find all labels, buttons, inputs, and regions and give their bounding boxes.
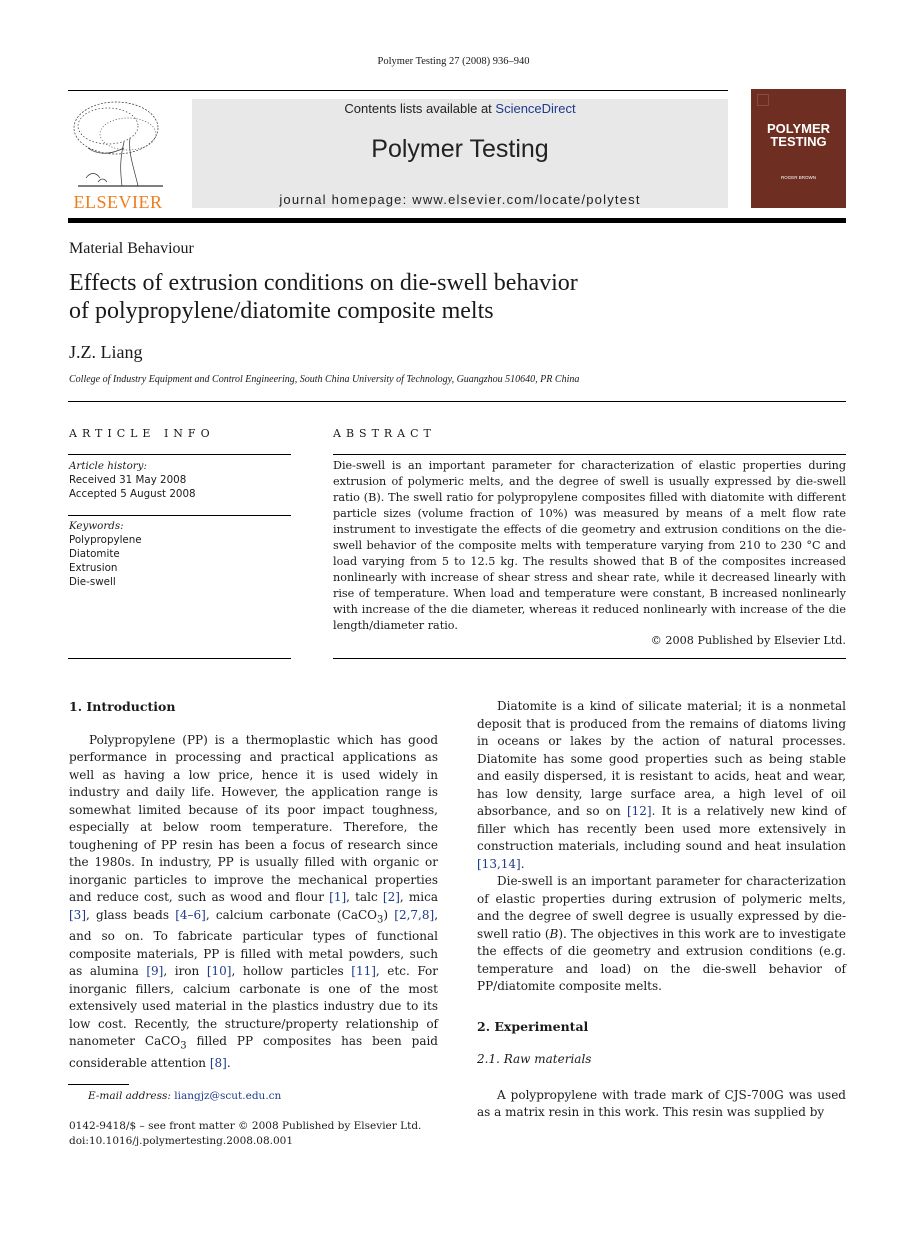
reference-link[interactable]: [12] xyxy=(627,804,652,818)
sciencedirect-link[interactable]: ScienceDirect xyxy=(495,101,575,116)
journal-cover-image: POLYMER TESTING ROGER BROWN xyxy=(751,89,846,208)
email-link[interactable]: liangjz@scut.edu.cn xyxy=(174,1090,281,1102)
footnote-rule xyxy=(68,1084,129,1085)
divider xyxy=(68,658,291,659)
intro-heading: 1. Introduction xyxy=(69,699,176,714)
keywords-block: Keywords: Polypropylene Diatomite Extrus… xyxy=(69,519,142,589)
title-line-1: Effects of extrusion conditions on die-s… xyxy=(69,270,578,296)
raw-materials-paragraph: A polypropylene with trade mark of CJS-7… xyxy=(477,1087,846,1120)
author-affiliation: College of Industry Equipment and Contro… xyxy=(69,374,580,385)
reference-link[interactable]: [1] xyxy=(329,890,346,904)
divider xyxy=(68,454,291,455)
reference-link[interactable]: [3] xyxy=(69,908,86,922)
cover-title: POLYMER TESTING xyxy=(751,122,846,148)
front-matter: 0142-9418/$ – see front matter © 2008 Pu… xyxy=(69,1120,422,1132)
article-history: Article history: Received 31 May 2008 Ac… xyxy=(69,459,196,501)
article-title: Effects of extrusion conditions on die-s… xyxy=(69,269,578,325)
reference-link[interactable]: [4–6] xyxy=(175,908,206,922)
reference-link[interactable]: [9] xyxy=(146,964,163,978)
received-date: Received 31 May 2008 xyxy=(69,474,187,486)
journal-citation: Polymer Testing 27 (2008) 936–940 xyxy=(377,56,530,67)
reference-link[interactable]: [13,14] xyxy=(477,857,521,871)
doi[interactable]: doi:10.1016/j.polymertesting.2008.08.001 xyxy=(69,1135,293,1147)
reference-link[interactable]: [10] xyxy=(207,964,232,978)
reference-link[interactable]: [2] xyxy=(383,890,400,904)
reference-link[interactable]: [11] xyxy=(351,964,376,978)
journal-title: Polymer Testing xyxy=(371,135,549,163)
keyword: Polypropylene xyxy=(69,534,142,546)
journal-homepage[interactable]: journal homepage: www.elsevier.com/locat… xyxy=(192,192,728,207)
keyword: Diatomite xyxy=(69,548,120,560)
left-column: 1. Introduction Polypropylene (PP) is a … xyxy=(69,698,438,1073)
elsevier-logo-text: ELSEVIER xyxy=(73,192,163,212)
header-rule xyxy=(68,90,728,91)
intro-paragraph: Polypropylene (PP) is a thermoplastic wh… xyxy=(69,732,439,1071)
author-name: J.Z. Liang xyxy=(69,342,143,362)
header-thick-rule xyxy=(68,218,846,223)
abstract-copyright: © 2008 Published by Elsevier Ltd. xyxy=(650,634,846,647)
divider xyxy=(333,658,846,659)
contents-prefix: Contents lists available at xyxy=(344,101,496,116)
article-section: Material Behaviour xyxy=(69,240,194,257)
cover-emblem-icon xyxy=(757,94,769,106)
dieswell-paragraph: Die-swell is an important parameter for … xyxy=(477,874,846,993)
divider xyxy=(68,401,846,402)
diatomite-paragraph: Diatomite is a kind of silicate material… xyxy=(477,699,846,871)
raw-materials-heading: 2.1. Raw materials xyxy=(477,1052,592,1066)
accepted-date: Accepted 5 August 2008 xyxy=(69,488,196,500)
divider xyxy=(333,454,846,455)
journal-banner: Contents lists available at ScienceDirec… xyxy=(192,99,728,208)
title-line-2: of polypropylene/diatomite composite mel… xyxy=(69,298,494,324)
email-label: E-mail address: xyxy=(88,1090,175,1102)
cover-editor: ROGER BROWN xyxy=(780,175,816,180)
keyword: Extrusion xyxy=(69,562,118,574)
reference-link[interactable]: [8] xyxy=(210,1056,227,1070)
abstract-heading: ABSTRACT xyxy=(333,427,436,440)
reference-link[interactable]: [2,7,8] xyxy=(394,908,434,922)
contents-line: Contents lists available at ScienceDirec… xyxy=(192,101,728,116)
experimental-heading: 2. Experimental xyxy=(477,1018,589,1034)
article-info-heading: ARTICLE INFO xyxy=(69,427,215,440)
history-label: Article history: xyxy=(69,460,147,472)
abstract-text: Die-swell is an important parameter for … xyxy=(333,459,846,632)
right-column: Diatomite is a kind of silicate material… xyxy=(477,698,846,1122)
divider xyxy=(68,515,291,516)
keywords-label: Keywords: xyxy=(69,520,124,532)
email-footnote: E-mail address: liangjz@scut.edu.cn xyxy=(88,1090,281,1102)
keyword: Die-swell xyxy=(69,576,116,588)
cover-title-line2: TESTING xyxy=(770,134,827,149)
